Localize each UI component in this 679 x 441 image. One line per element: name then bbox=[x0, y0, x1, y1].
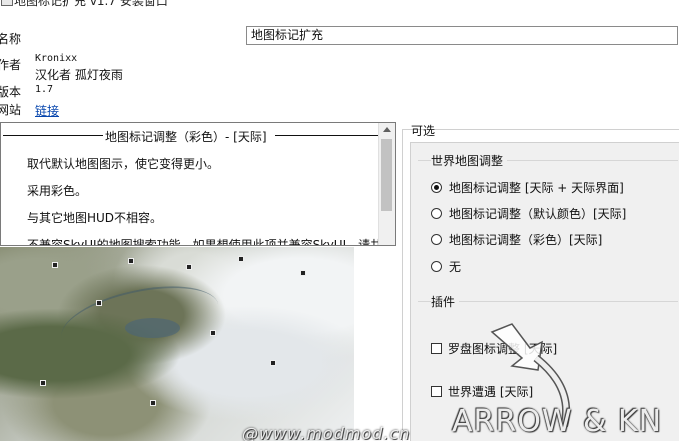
options-section-label: 可选 bbox=[411, 124, 436, 138]
version-label: 版本 bbox=[0, 85, 22, 99]
watermark-brand: ARROW & KN bbox=[452, 404, 663, 439]
map-marker-icon bbox=[210, 330, 216, 336]
map-marker-icon bbox=[270, 360, 276, 366]
radio-option[interactable]: 地图标记调整（彩色）[天际] bbox=[431, 231, 602, 247]
checkbox[interactable] bbox=[431, 385, 442, 397]
plugins-group-title: 插件 bbox=[431, 293, 460, 310]
description-line: 不兼容SkyUI的地图搜索功能，如果想使用此项并兼容SkyUI，请共存，进 bbox=[27, 238, 396, 246]
app-icon bbox=[1, 0, 13, 6]
radio-label: 地图标记调整（默认颜色）[天际] bbox=[449, 206, 627, 221]
map-marker-icon bbox=[128, 258, 134, 264]
description-heading-text: 地图标记调整（彩色）- [天际] bbox=[105, 130, 267, 144]
map-marker-icon bbox=[96, 300, 102, 306]
website-link[interactable]: 链接 bbox=[35, 102, 59, 119]
window-title: 地图标记扩充 v1.7 安装窗口 bbox=[14, 0, 168, 8]
installer-window: 地图标记扩充 v1.7 安装窗口 名称 地图标记扩充 作者 Kronixx 汉化… bbox=[0, 0, 679, 441]
scroll-up-icon[interactable] bbox=[383, 127, 391, 132]
title-bar: 地图标记扩充 v1.7 安装窗口 bbox=[0, 0, 679, 8]
heading-rule-left bbox=[3, 135, 103, 136]
mod-name-field[interactable]: 地图标记扩充 bbox=[246, 26, 678, 45]
map-marker-icon bbox=[40, 380, 46, 386]
checkbox[interactable] bbox=[431, 342, 442, 354]
version-value: 1.7 bbox=[35, 84, 54, 95]
map-marker-icon bbox=[52, 262, 58, 268]
radio-label: 地图标记调整 [天际 + 天际界面] bbox=[449, 180, 624, 195]
map-lake bbox=[125, 318, 180, 338]
radio-button[interactable] bbox=[431, 233, 442, 245]
scroll-thumb[interactable] bbox=[381, 139, 392, 211]
description-scrollbar[interactable] bbox=[378, 123, 395, 245]
map-preview-image bbox=[0, 247, 354, 441]
description-line: 取代默认地图图示，使它变得更小。 bbox=[27, 157, 220, 171]
map-marker-icon bbox=[238, 256, 244, 262]
radio-button[interactable] bbox=[431, 260, 442, 272]
radio-option[interactable]: 地图标记调整（默认颜色）[天际] bbox=[431, 205, 626, 221]
name-label: 名称 bbox=[0, 32, 22, 46]
radio-button-selected[interactable] bbox=[431, 181, 442, 193]
website-label: 网站 bbox=[0, 103, 22, 117]
radio-label: 地图标记调整（彩色）[天际] bbox=[449, 232, 603, 247]
radio-label: 无 bbox=[449, 259, 462, 274]
radio-button[interactable] bbox=[431, 207, 442, 219]
description-line: 与其它地图HUD不相容。 bbox=[27, 211, 163, 225]
world-map-group-title: 世界地图调整 bbox=[431, 152, 508, 169]
radio-option[interactable]: 地图标记调整 [天际 + 天际界面] bbox=[431, 179, 624, 195]
watermark-site: @www.modmod.cn bbox=[242, 424, 411, 441]
description-box[interactable]: 地图标记调整（彩色）- [天际] 取代默认地图图示，使它变得更小。 采用彩色。 … bbox=[0, 122, 396, 246]
map-marker-icon bbox=[186, 264, 192, 270]
author-value: Kronixx bbox=[35, 53, 78, 64]
radio-option[interactable]: 无 bbox=[431, 258, 461, 274]
map-marker-icon bbox=[150, 400, 156, 406]
author-label: 作者 bbox=[0, 58, 22, 72]
heading-rule-right bbox=[275, 135, 379, 136]
description-heading: 地图标记调整（彩色）- [天际] bbox=[1, 127, 379, 144]
translator-value: 汉化者 孤灯夜雨 bbox=[35, 68, 123, 82]
map-marker-icon bbox=[300, 270, 306, 276]
description-line: 采用彩色。 bbox=[27, 184, 88, 198]
